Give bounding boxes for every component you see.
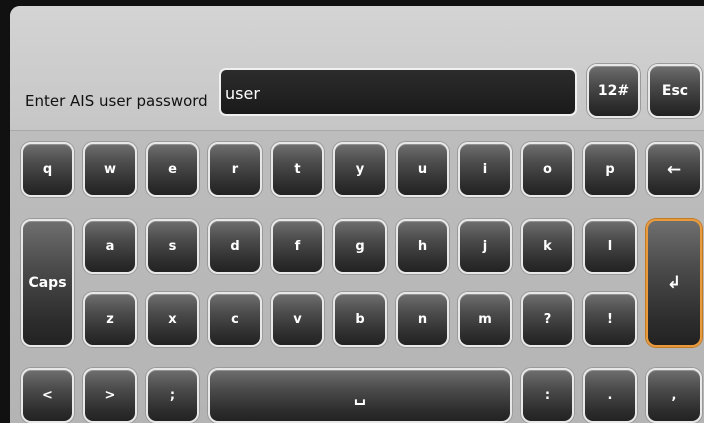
password-header: Enter AIS user password user 12# Esc [10, 6, 704, 130]
key-l[interactable]: l [583, 219, 637, 274]
space-bar[interactable]: ␣ [208, 368, 512, 423]
key-x[interactable]: x [146, 292, 199, 347]
key-f[interactable]: f [271, 219, 324, 274]
enter-icon: ↲ [666, 273, 682, 293]
caps-lock-button[interactable]: Caps [21, 219, 74, 347]
key-p[interactable]: p [583, 142, 637, 197]
key-j[interactable]: j [458, 219, 512, 274]
key-colon[interactable]: : [521, 368, 574, 423]
key-n[interactable]: n [396, 292, 449, 347]
space-icon: ␣ [353, 385, 367, 406]
key-semicolon[interactable]: ; [146, 368, 199, 423]
key-u[interactable]: u [396, 142, 449, 197]
key-g[interactable]: g [333, 219, 387, 274]
key-r[interactable]: r [208, 142, 262, 197]
key-exclamation-mark[interactable]: ! [583, 292, 637, 347]
escape-button[interactable]: Esc [648, 64, 702, 118]
key-d[interactable]: d [208, 219, 262, 274]
key-v[interactable]: v [271, 292, 324, 347]
key-comma[interactable]: , [646, 368, 702, 423]
password-input[interactable]: user [219, 68, 577, 116]
key-t[interactable]: t [271, 142, 324, 197]
key-period[interactable]: . [583, 368, 637, 423]
key-m[interactable]: m [458, 292, 512, 347]
key-h[interactable]: h [396, 219, 449, 274]
key-o[interactable]: o [521, 142, 574, 197]
key-less-than[interactable]: < [21, 368, 74, 423]
key-e[interactable]: e [146, 142, 199, 197]
key-c[interactable]: c [208, 292, 262, 347]
key-i[interactable]: i [458, 142, 512, 197]
on-screen-keyboard-dialog: Enter AIS user password user 12# Esc q w… [10, 6, 704, 423]
key-q[interactable]: q [21, 142, 74, 197]
key-a[interactable]: a [83, 219, 137, 274]
key-w[interactable]: w [83, 142, 137, 197]
key-y[interactable]: y [333, 142, 387, 197]
key-s[interactable]: s [146, 219, 199, 274]
backspace-icon: ← [666, 159, 682, 180]
backspace-button[interactable]: ← [646, 142, 702, 197]
key-k[interactable]: k [521, 219, 574, 274]
key-z[interactable]: z [83, 292, 137, 347]
enter-button[interactable]: ↲ [646, 219, 702, 347]
password-prompt-label: Enter AIS user password [25, 92, 208, 110]
key-greater-than[interactable]: > [83, 368, 137, 423]
key-question-mark[interactable]: ? [521, 292, 574, 347]
keyboard-panel: q w e r t y u i o p ← Caps a s d f g h j… [10, 130, 704, 423]
key-b[interactable]: b [333, 292, 387, 347]
num-sym-toggle-button[interactable]: 12# [587, 64, 640, 118]
